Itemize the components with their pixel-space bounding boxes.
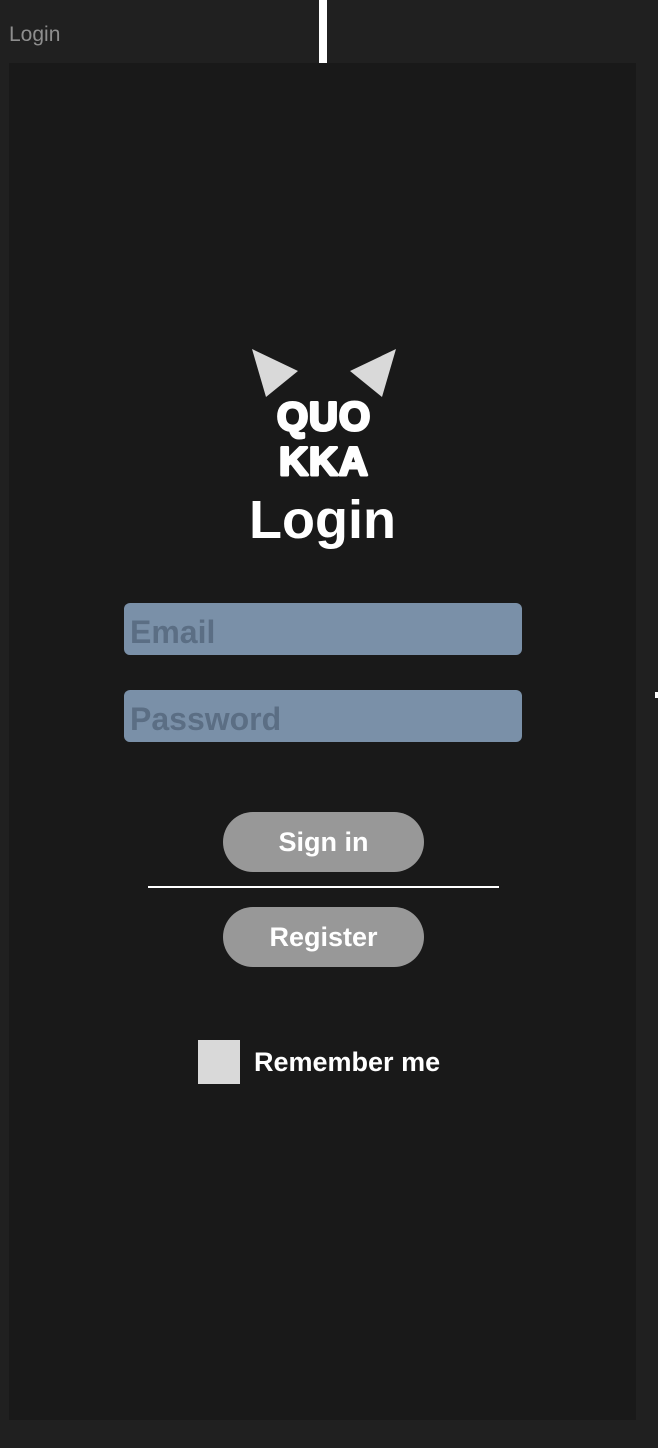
right-ear-icon (350, 349, 396, 397)
frame-title: Login (9, 23, 61, 46)
remember-me-row[interactable]: Remember me (198, 1040, 440, 1084)
login-screen: QUO KKA Login Sign in Register Remember … (9, 63, 636, 1420)
password-field[interactable] (124, 690, 522, 742)
logo-line-2: KKA (279, 440, 369, 484)
panel-divider (319, 0, 327, 63)
left-ear-icon (252, 349, 298, 397)
quokka-logo-icon: QUO KKA (250, 349, 398, 485)
sign-in-button[interactable]: Sign in (223, 812, 424, 872)
register-button[interactable]: Register (223, 907, 424, 967)
button-divider (148, 886, 499, 888)
remember-me-checkbox[interactable] (198, 1040, 240, 1084)
email-field[interactable] (124, 603, 522, 655)
logo-line-1: QUO (277, 395, 371, 439)
page-title: Login (249, 490, 396, 550)
remember-me-label[interactable]: Remember me (254, 1047, 440, 1078)
